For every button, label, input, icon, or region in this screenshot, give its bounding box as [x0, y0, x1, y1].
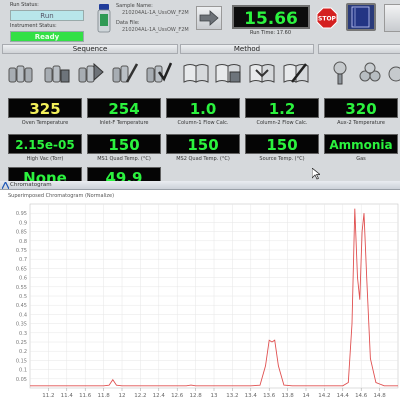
settings-icon[interactable]	[386, 58, 400, 86]
readout-label: MS1 Quad Temp. (°C)	[97, 156, 151, 162]
method-open-icon[interactable]	[182, 58, 210, 86]
y-tick-label: 0.8	[19, 239, 27, 245]
data-file-value: 210204AL-1A_UssOW_F2M	[122, 27, 189, 33]
readout-label: Inlet-F Temperature	[99, 120, 149, 126]
readout-label: Oven Temperature	[21, 120, 69, 126]
x-tick-label: 11.2	[42, 393, 54, 399]
sequence-save-icon[interactable]	[42, 58, 70, 86]
instrument-status-label: Instrument Status:	[10, 23, 57, 29]
stop-button[interactable]: STOP	[316, 7, 338, 29]
x-tick-label: 13.2	[226, 393, 238, 399]
mouse-cursor-icon	[312, 168, 320, 180]
sequence-section-header: Sequence	[2, 44, 178, 54]
readout-value: 2.15e-05	[8, 134, 82, 154]
x-tick-label: 12.2	[134, 393, 146, 399]
sample-name-label: Sample Name:	[116, 3, 153, 9]
readout-label: Column-2 Flow Calc.	[256, 120, 308, 126]
x-tick-label: 14.8	[373, 393, 386, 399]
method-edit-icon[interactable]	[282, 58, 310, 86]
tune-section-header	[318, 44, 400, 54]
y-tick-label: 0.55	[16, 285, 27, 291]
svg-text:STOP: STOP	[318, 16, 337, 23]
readout-value: Ammonia	[324, 134, 398, 154]
readout-label: Gas	[356, 156, 366, 162]
readout-label: Aux-2 Temperature	[337, 120, 385, 126]
vial-icon	[97, 4, 111, 33]
sequence-load-icon[interactable]	[6, 58, 34, 86]
y-tick-label: 0.65	[16, 266, 27, 272]
book-icon	[351, 6, 370, 28]
sequence-check-icon[interactable]	[144, 58, 172, 86]
y-tick-label: 0.6	[19, 276, 27, 282]
y-tick-label: 0.4	[19, 312, 27, 318]
readout-value: 1.0	[166, 98, 240, 118]
y-tick-label: 0.7	[19, 257, 27, 263]
method-save-icon[interactable]	[214, 58, 242, 86]
method-section-header: Method	[180, 44, 314, 54]
x-tick-label: 13.6	[263, 393, 276, 399]
sequence-edit-icon[interactable]	[110, 58, 138, 86]
y-tick-label: 0.05	[16, 377, 27, 383]
y-tick-label: 0.85	[16, 230, 27, 236]
arrow-right-icon	[199, 10, 219, 26]
y-tick-label: 0.75	[16, 248, 27, 254]
x-tick-label: 12	[119, 393, 126, 399]
y-tick-label: 0.35	[16, 322, 27, 328]
start-run-button[interactable]	[196, 6, 222, 30]
x-tick-label: 11.8	[97, 393, 110, 399]
x-tick-label: 13	[211, 393, 218, 399]
readout-label: Source Temp. (°C)	[259, 156, 305, 162]
x-tick-label: 12.8	[189, 393, 202, 399]
y-tick-label: 0.1	[19, 368, 27, 374]
readout-value: 150	[245, 134, 319, 154]
y-tick-label: 0.15	[16, 358, 27, 364]
tune-icon[interactable]	[326, 58, 354, 86]
readout-label: High Vac (Torr)	[26, 156, 64, 162]
x-tick-label: 11.6	[79, 393, 92, 399]
sample-name-value: 210204AL-1A_UssOW_F2M	[122, 10, 189, 16]
stop-icon: STOP	[316, 7, 338, 29]
x-tick-label: 14.4	[337, 393, 350, 399]
readout-value: 254	[87, 98, 161, 118]
readout-label: Column-1 Flow Calc.	[177, 120, 229, 126]
x-tick-label: 14	[303, 393, 310, 399]
y-tick-label: 0.45	[16, 303, 27, 309]
y-tick-label: 0.2	[19, 349, 27, 355]
logbook-button[interactable]	[346, 3, 376, 31]
chromatogram-titlebar: Chromatogram	[0, 181, 400, 190]
sequence-run-icon[interactable]	[76, 58, 104, 86]
readout-label: MS2 Quad Temp. (°C)	[176, 156, 230, 162]
readout-value: 150	[87, 134, 161, 154]
readout-value: 150	[166, 134, 240, 154]
method-run-icon[interactable]	[248, 58, 276, 86]
run-status-label: Run Status:	[10, 2, 39, 8]
y-tick-label: 0.95	[16, 211, 27, 217]
y-tick-label: 0.3	[19, 331, 27, 337]
chromatogram-window-icon	[2, 182, 9, 189]
y-tick-label: 0.5	[19, 294, 27, 300]
x-tick-label: 13.8	[281, 393, 294, 399]
x-tick-label: 12.4	[153, 393, 166, 399]
x-tick-label: 11.4	[61, 393, 74, 399]
x-tick-label: 14.2	[318, 393, 330, 399]
vials-icon[interactable]	[358, 58, 386, 86]
readout-value: 325	[8, 98, 82, 118]
run-status-value: Run	[10, 10, 84, 21]
readout-value: 320	[324, 98, 398, 118]
y-tick-label: 0.9	[19, 220, 27, 226]
extra-button[interactable]	[384, 4, 400, 32]
readout-value: 1.2	[245, 98, 319, 118]
x-tick-label: 14.6	[355, 393, 368, 399]
x-tick-label: 13.4	[245, 393, 258, 399]
y-tick-label: 0.25	[16, 340, 27, 346]
run-time-label: Run Time: 17.60	[250, 30, 292, 36]
data-file-label: Data File:	[116, 20, 140, 26]
run-time-display: 15.66	[232, 5, 310, 29]
instrument-status-value: Ready	[10, 31, 84, 42]
chromatogram-chart: 0.05 0.1 0.15 0.2 0.25 0.3 0.35 0.4 0.45 0.5 0.55 0…	[16, 203, 399, 399]
x-tick-label: 12.6	[171, 393, 184, 399]
